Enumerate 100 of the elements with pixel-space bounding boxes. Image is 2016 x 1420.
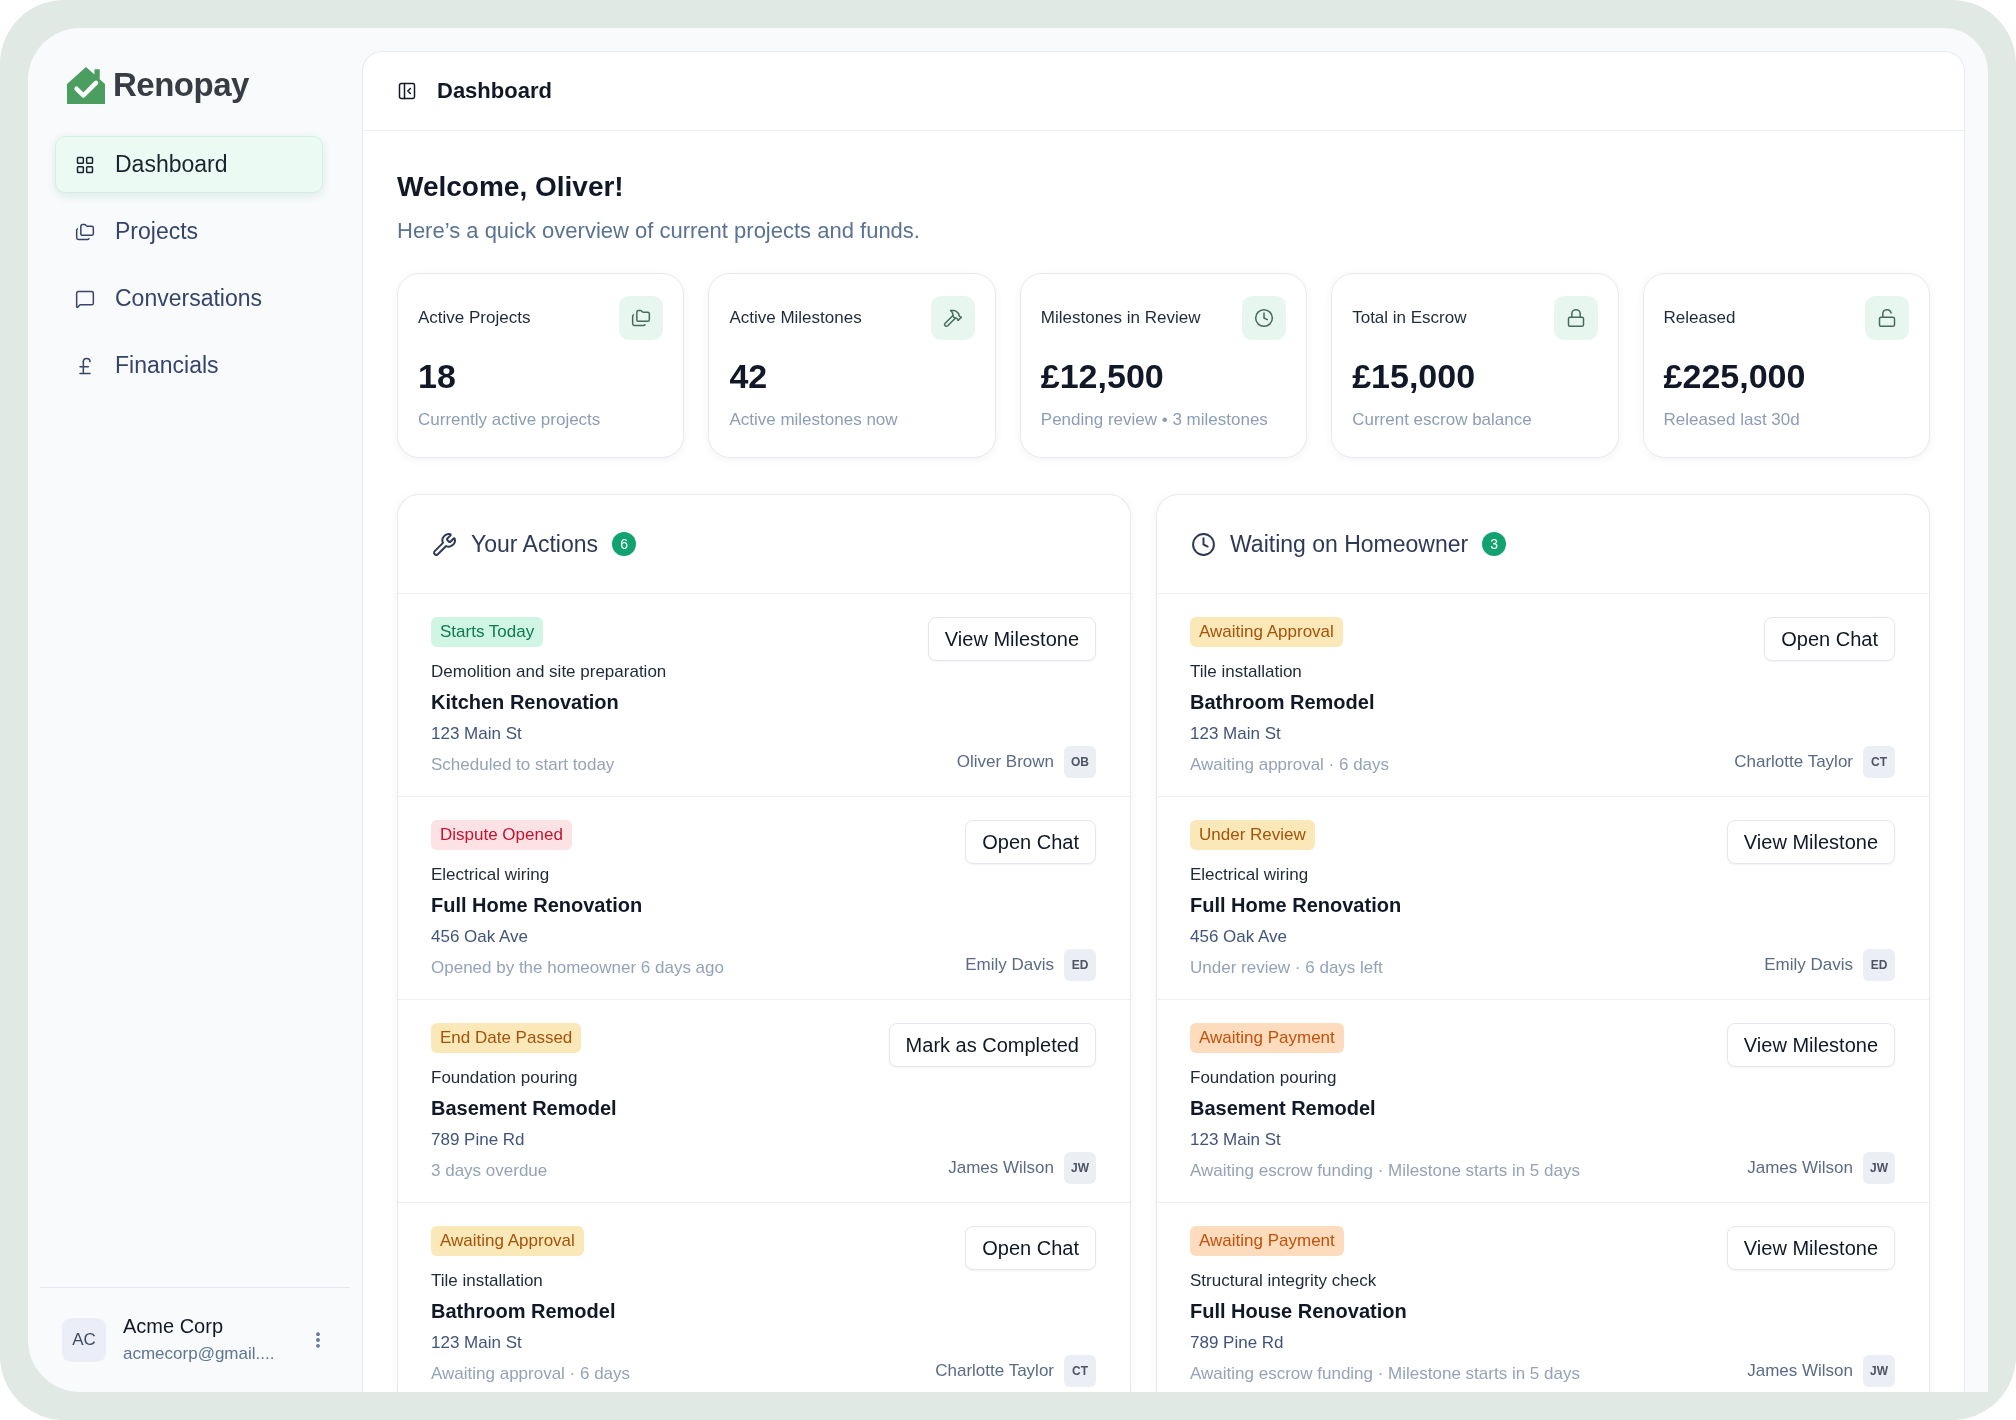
stat-value: £225,000 <box>1663 356 1807 396</box>
status-note: Opened by the homeowner 6 days ago <box>431 957 724 979</box>
status-tag: Awaiting Approval <box>431 1226 584 1256</box>
speech-bubble-icon <box>75 288 95 309</box>
stat-caption: Currently active projects <box>418 409 602 431</box>
action-button[interactable]: View Milestone <box>1726 820 1895 864</box>
stat-caption: Pending review • 3 milestones <box>1040 409 1269 431</box>
sidebar-toggle-icon[interactable] <box>397 81 417 101</box>
status-note: Scheduled to start today <box>431 754 615 776</box>
initials-avatar: JW <box>1863 1152 1895 1184</box>
address-text: 456 Oak Ave <box>431 926 529 948</box>
project-name: Basement Remodel <box>1190 1096 1376 1121</box>
stat-label: Total in Escrow <box>1352 308 1467 328</box>
person-name: Oliver Brown <box>956 752 1054 772</box>
action-button[interactable]: Mark as Completed <box>888 1023 1096 1067</box>
stat-value: 18 <box>418 356 457 396</box>
stat-value: 42 <box>729 356 769 396</box>
wrench-icon <box>432 531 457 557</box>
stat-value: £15,000 <box>1352 356 1477 396</box>
address-text: 123 Main St <box>431 723 522 745</box>
action-button[interactable]: Open Chat <box>965 1226 1096 1270</box>
count-badge: 6 <box>612 532 637 556</box>
action-button[interactable]: View Milestone <box>1726 1023 1895 1067</box>
task-name: Demolition and site preparation <box>431 661 667 683</box>
person-name: Emily Davis <box>965 955 1054 975</box>
stat-label: Released <box>1663 308 1736 328</box>
status-tag: Under Review <box>1190 820 1315 850</box>
stat-caption: Current escrow balance <box>1352 409 1533 431</box>
account-email: acmecorp@gmail.... <box>123 1344 276 1364</box>
status-tag: Awaiting Approval <box>1190 617 1343 647</box>
task-name: Electrical wiring <box>1190 864 1309 886</box>
stat-caption: Released last 30d <box>1663 409 1801 431</box>
initials-avatar: JW <box>1064 1152 1096 1184</box>
person-name: Charlotte Taylor <box>1734 752 1853 772</box>
account-name: Acme Corp <box>123 1315 225 1338</box>
nav-item[interactable]: Conversations <box>55 270 323 327</box>
panel-title: Waiting on Homeowner <box>1230 530 1469 558</box>
task-name: Structural integrity check <box>1190 1270 1377 1292</box>
project-name: Basement Remodel <box>431 1096 617 1121</box>
brand-name: Renopay <box>113 66 249 104</box>
action-button[interactable]: Open Chat <box>965 820 1096 864</box>
person-name: James Wilson <box>948 1158 1054 1178</box>
hammer-icon <box>930 296 975 340</box>
initials-avatar: OB <box>1064 746 1096 778</box>
welcome-subtitle: Here’s a quick overview of current projects and funds. <box>397 217 921 245</box>
initials-avatar: ED <box>1863 949 1895 981</box>
address-text: 789 Pine Rd <box>431 1129 525 1151</box>
action-button[interactable]: Open Chat <box>1764 617 1895 661</box>
nav-item[interactable]: Financials <box>55 337 323 394</box>
task-name: Tile installation <box>1190 661 1302 683</box>
project-name: Kitchen Renovation <box>431 690 619 715</box>
person-name: James Wilson <box>1747 1361 1853 1381</box>
folders-icon <box>619 296 664 340</box>
address-text: 456 Oak Ave <box>1190 926 1288 948</box>
stat-label: Milestones in Review <box>1040 308 1201 328</box>
status-note: Awaiting escrow funding · Milestone starts in 5 days <box>1190 1363 1580 1385</box>
person-name: Emily Davis <box>1764 955 1853 975</box>
stat-label: Active Milestones <box>729 308 862 328</box>
status-tag: Dispute Opened <box>431 820 572 850</box>
folders-icon <box>75 221 95 242</box>
panel-title: Your Actions <box>471 530 599 558</box>
project-name: Bathroom Remodel <box>1190 690 1375 715</box>
address-text: 123 Main St <box>431 1332 522 1354</box>
project-name: Full Home Renovation <box>1190 893 1402 918</box>
grid-icon <box>75 154 95 175</box>
action-button[interactable]: View Milestone <box>927 617 1096 661</box>
status-note: Awaiting escrow funding · Milestone starts in 5 days <box>1190 1160 1580 1182</box>
project-name: Bathroom Remodel <box>431 1299 616 1324</box>
stat-label: Active Projects <box>418 308 531 328</box>
action-button[interactable]: View Milestone <box>1726 1226 1895 1270</box>
task-name: Foundation pouring <box>1190 1067 1337 1089</box>
project-name: Full House Renovation <box>1190 1299 1407 1324</box>
status-tag: End Date Passed <box>431 1023 582 1053</box>
page-title: Dashboard <box>437 78 552 104</box>
clock-icon <box>1242 296 1287 340</box>
initials-avatar: JW <box>1863 1355 1895 1387</box>
status-tag: Awaiting Payment <box>1190 1023 1344 1053</box>
project-name: Full Home Renovation <box>431 893 643 918</box>
person-name: Charlotte Taylor <box>935 1361 1054 1381</box>
count-badge: 3 <box>1482 532 1507 556</box>
unlocked-lock-icon <box>1865 296 1909 340</box>
initials-avatar: AC <box>62 1317 106 1362</box>
status-note: Awaiting approval · 6 days <box>431 1363 631 1385</box>
house-check-icon <box>67 66 105 104</box>
status-note: Awaiting approval · 6 days <box>1190 754 1390 776</box>
stat-value: £12,500 <box>1040 356 1165 396</box>
status-note: Under review · 6 days left <box>1190 957 1383 979</box>
initials-avatar: ED <box>1064 949 1096 981</box>
address-text: 123 Main St <box>1190 723 1281 745</box>
task-name: Foundation pouring <box>431 1067 578 1089</box>
address-text: 123 Main St <box>1190 1129 1281 1151</box>
task-name: Tile installation <box>431 1270 543 1292</box>
initials-avatar: CT <box>1863 746 1895 778</box>
status-tag: Starts Today <box>431 617 544 647</box>
status-tag: Awaiting Payment <box>1190 1226 1344 1256</box>
nav-item[interactable]: Dashboard <box>55 136 323 193</box>
nav-item[interactable]: Projects <box>55 203 323 260</box>
person-name: James Wilson <box>1747 1158 1853 1178</box>
clock-icon <box>1191 531 1216 557</box>
welcome-title: Welcome, Oliver! <box>397 170 625 204</box>
